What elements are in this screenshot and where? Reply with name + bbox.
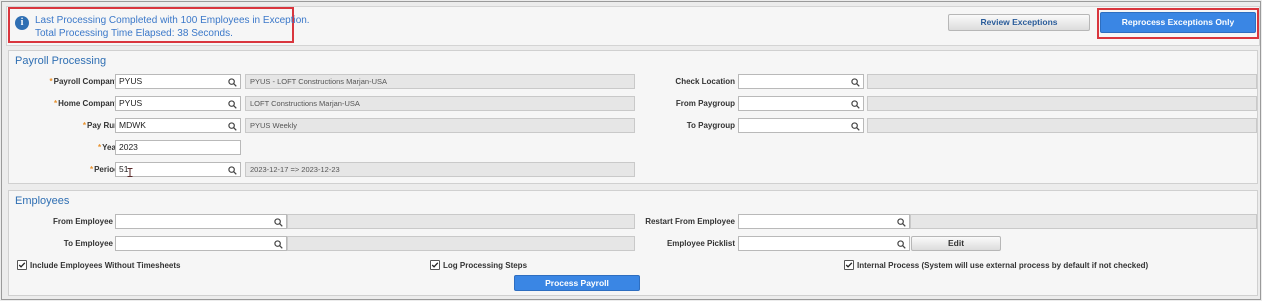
- from-employee-input[interactable]: [115, 214, 287, 229]
- status-line-exceptions: Last Processing Completed with 100 Emplo…: [35, 15, 310, 26]
- search-icon[interactable]: [851, 78, 860, 87]
- restart-from-employee-input[interactable]: [738, 214, 910, 229]
- window-frame: i Last Processing Completed with 100 Emp…: [1, 1, 1261, 300]
- search-icon[interactable]: [851, 100, 860, 109]
- checkmark-icon: [431, 262, 439, 268]
- restart-from-employee-label: Restart From Employee: [645, 217, 735, 226]
- period-dates: 2023-12-17 => 2023-12-23: [245, 162, 635, 177]
- to-paygroup-label: To Paygroup: [686, 121, 735, 130]
- period-input[interactable]: 51: [115, 162, 241, 177]
- log-processing-steps-label: Log Processing Steps: [443, 261, 528, 270]
- search-icon[interactable]: [228, 122, 237, 131]
- from-employee-label: From Employee: [52, 217, 113, 226]
- internal-process-label: Internal Process (System will use extern…: [857, 261, 1149, 270]
- employees-title: Employees: [15, 195, 70, 207]
- reprocess-exceptions-button[interactable]: Reprocess Exceptions Only: [1100, 12, 1256, 33]
- employee-picklist-input[interactable]: [738, 236, 910, 251]
- include-without-timesheets-checkbox[interactable]: [17, 260, 27, 270]
- payroll-processing-panel: Payroll Processing *Payroll Company PYUS…: [8, 50, 1258, 184]
- from-paygroup-description: [867, 96, 1257, 111]
- process-payroll-button[interactable]: Process Payroll: [514, 275, 640, 291]
- log-processing-steps-checkbox[interactable]: [430, 260, 440, 270]
- employees-panel: Employees From Employee To Employee Rest…: [8, 190, 1258, 296]
- year-label: *Year: [97, 143, 119, 152]
- processing-status-message: i Last Processing Completed with 100 Emp…: [8, 7, 310, 43]
- checkmark-icon: [845, 262, 853, 268]
- search-icon[interactable]: [897, 240, 906, 249]
- home-company-input[interactable]: PYUS: [115, 96, 241, 111]
- pay-run-input[interactable]: MDWK: [115, 118, 241, 133]
- to-paygroup-input[interactable]: [738, 118, 864, 133]
- review-exceptions-button[interactable]: Review Exceptions: [948, 14, 1090, 31]
- restart-from-employee-description: [910, 214, 1257, 229]
- to-employee-input[interactable]: [115, 236, 287, 251]
- include-without-timesheets-label: Include Employees Without Timesheets: [30, 261, 181, 270]
- search-icon[interactable]: [274, 240, 283, 249]
- from-employee-description: [287, 214, 635, 229]
- internal-process-checkbox[interactable]: [844, 260, 854, 270]
- check-location-input[interactable]: [738, 74, 864, 89]
- payroll-processing-title: Payroll Processing: [15, 55, 107, 67]
- to-employee-description: [287, 236, 635, 251]
- edit-picklist-button[interactable]: Edit: [911, 236, 1001, 251]
- check-location-description: [867, 74, 1257, 89]
- info-icon: i: [15, 16, 29, 30]
- from-paygroup-label: From Paygroup: [675, 99, 735, 108]
- search-icon[interactable]: [228, 78, 237, 87]
- search-icon[interactable]: [228, 100, 237, 109]
- text-cursor-icon: [127, 168, 133, 177]
- status-line-elapsed: Total Processing Time Elapsed: 38 Second…: [35, 28, 233, 39]
- payroll-company-input[interactable]: PYUS: [115, 74, 241, 89]
- to-employee-label: To Employee: [63, 239, 113, 248]
- home-company-description: LOFT Constructions Marjan-USA: [245, 96, 635, 111]
- year-input[interactable]: 2023: [115, 140, 241, 155]
- from-paygroup-input[interactable]: [738, 96, 864, 111]
- home-company-label: *Home Company: [53, 99, 119, 108]
- pay-run-label: *Pay Run: [82, 121, 119, 130]
- search-icon[interactable]: [228, 166, 237, 175]
- search-icon[interactable]: [851, 122, 860, 131]
- search-icon[interactable]: [274, 218, 283, 227]
- employee-picklist-label: Employee Picklist: [666, 239, 735, 248]
- check-location-label: Check Location: [675, 77, 735, 86]
- pay-run-description: PYUS Weekly: [245, 118, 635, 133]
- checkmark-icon: [18, 262, 26, 268]
- search-icon[interactable]: [897, 218, 906, 227]
- period-label: *Period: [89, 165, 119, 174]
- to-paygroup-description: [867, 118, 1257, 133]
- payroll-company-description: PYUS - LOFT Constructions Marjan-USA: [245, 74, 635, 89]
- payroll-company-label: *Payroll Company: [49, 77, 119, 86]
